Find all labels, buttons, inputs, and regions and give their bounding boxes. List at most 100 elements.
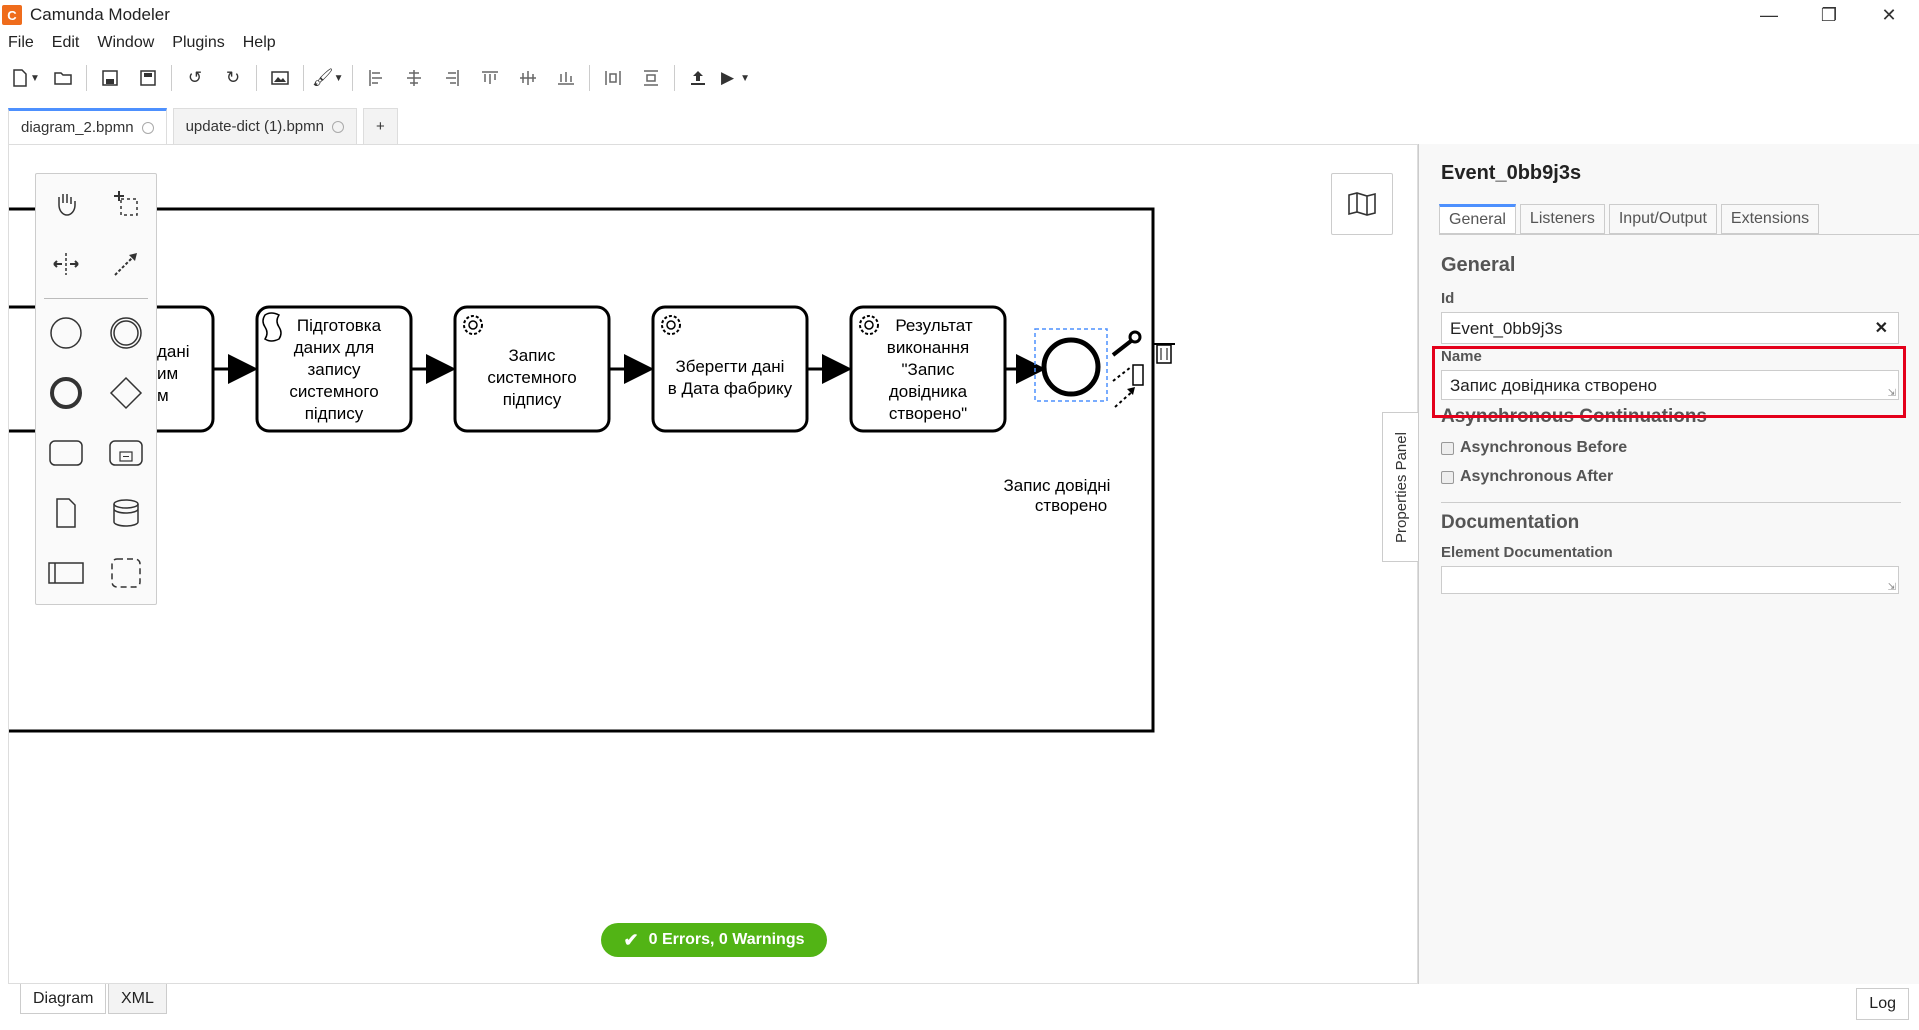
menu-edit[interactable]: Edit bbox=[52, 34, 80, 52]
resize-handle-icon[interactable]: ⇲ bbox=[1888, 582, 1896, 593]
align-top-icon[interactable] bbox=[475, 63, 505, 93]
tab-diagram-view[interactable]: Diagram bbox=[20, 984, 107, 1014]
bottom-bar: Diagram XML Log bbox=[0, 984, 1919, 1030]
task-label-line: створено" bbox=[889, 404, 967, 423]
task-label-line: в Дата фабрику bbox=[668, 379, 793, 398]
partial-task-text-3: м bbox=[157, 386, 169, 405]
async-before-checkbox[interactable]: Asynchronous Before bbox=[1441, 439, 1627, 457]
new-tab-button[interactable]: + bbox=[362, 108, 398, 144]
lint-status-badge[interactable]: ✔ 0 Errors, 0 Warnings bbox=[601, 923, 827, 957]
subprocess-icon[interactable] bbox=[96, 423, 156, 483]
start-event-icon[interactable] bbox=[36, 303, 96, 363]
check-icon: ✔ bbox=[623, 929, 639, 950]
wrench-icon[interactable] bbox=[1111, 330, 1142, 357]
image-export-icon[interactable] bbox=[265, 63, 295, 93]
tool-palette bbox=[35, 173, 157, 605]
end-event-icon[interactable] bbox=[36, 363, 96, 423]
align-left-icon[interactable] bbox=[361, 63, 391, 93]
deploy-icon[interactable] bbox=[683, 63, 713, 93]
data-object-icon[interactable] bbox=[36, 483, 96, 543]
association-icon[interactable] bbox=[1112, 364, 1144, 386]
intermediate-event-icon[interactable] bbox=[96, 303, 156, 363]
map-icon[interactable] bbox=[1331, 173, 1393, 235]
restore-icon[interactable]: ❐ bbox=[1799, 0, 1859, 30]
group-icon[interactable] bbox=[96, 543, 156, 603]
align-center-icon[interactable] bbox=[399, 63, 429, 93]
partial-task-text-2: им bbox=[157, 364, 178, 383]
id-field[interactable]: Event_0bb9j3s ✕ bbox=[1441, 312, 1899, 344]
end-event-label-line: Запис довідні bbox=[1004, 476, 1111, 495]
save-icon[interactable] bbox=[95, 63, 125, 93]
task-save-data-factory[interactable]: Зберегти дані в Дата фабрику bbox=[651, 305, 809, 433]
tab-input-output[interactable]: Input/Output bbox=[1608, 204, 1717, 234]
task-result-record-created[interactable]: Результат виконання "Запис довідника ств… bbox=[849, 305, 1007, 433]
end-event-label-line: створено bbox=[1035, 496, 1107, 515]
element-title: Event_0bb9j3s bbox=[1441, 162, 1582, 184]
menu-bar: File Edit Window Plugins Help bbox=[0, 30, 286, 56]
global-connect-tool-icon[interactable] bbox=[96, 234, 156, 294]
task-label-line: виконання bbox=[887, 338, 969, 357]
title-bar: C Camunda Modeler — ❐ ✕ bbox=[0, 0, 1919, 30]
distribute-vertical-icon[interactable] bbox=[636, 63, 666, 93]
color-brush-icon[interactable]: 🖌 ▼ bbox=[312, 63, 344, 93]
task-prepare-data[interactable]: Підготовка даних для запису системного п… bbox=[255, 305, 413, 433]
minimize-icon[interactable]: — bbox=[1739, 0, 1799, 30]
tab-diagram-2[interactable]: diagram_2.bpmn bbox=[8, 108, 167, 144]
camunda-logo-icon: C bbox=[2, 5, 22, 25]
id-label: Id bbox=[1441, 290, 1455, 307]
task-write-signature[interactable]: Запис системного підпису bbox=[453, 305, 611, 433]
pool-icon[interactable] bbox=[36, 543, 96, 603]
align-middle-icon[interactable] bbox=[513, 63, 543, 93]
diagram-canvas[interactable]: дані им м Підготовка даних для запису си… bbox=[8, 144, 1418, 984]
redo-icon[interactable]: ↻ bbox=[218, 63, 248, 93]
documentation-heading: Documentation bbox=[1441, 512, 1580, 533]
end-event[interactable] bbox=[1041, 337, 1101, 397]
task-label-line: підпису bbox=[305, 404, 364, 423]
clear-icon[interactable]: ✕ bbox=[1875, 318, 1888, 338]
task-label-line: "Запис bbox=[902, 360, 955, 379]
tab-xml-view[interactable]: XML bbox=[108, 984, 167, 1014]
menu-help[interactable]: Help bbox=[243, 34, 276, 52]
connect-icon[interactable] bbox=[1114, 387, 1135, 408]
distribute-horizontal-icon[interactable] bbox=[598, 63, 628, 93]
align-bottom-icon[interactable] bbox=[551, 63, 581, 93]
task-label-line: Запис bbox=[509, 346, 556, 365]
task-icon[interactable] bbox=[36, 423, 96, 483]
hand-tool-icon[interactable] bbox=[36, 174, 96, 234]
delete-icon[interactable] bbox=[1153, 343, 1175, 364]
bpmn-diagram: дані им м Підготовка даних для запису си… bbox=[9, 207, 1175, 733]
undo-icon[interactable]: ↺ bbox=[180, 63, 210, 93]
align-right-icon[interactable] bbox=[437, 63, 467, 93]
gateway-icon[interactable] bbox=[96, 363, 156, 423]
properties-panel-toggle[interactable]: Properties Panel bbox=[1382, 412, 1420, 562]
task-label-line: Результат bbox=[895, 316, 973, 335]
new-file-icon[interactable]: ▼ bbox=[10, 63, 40, 93]
run-icon[interactable]: ▶ ▼ bbox=[721, 63, 751, 93]
open-folder-icon[interactable] bbox=[48, 63, 78, 93]
log-button[interactable]: Log bbox=[1856, 988, 1909, 1020]
element-documentation-label: Element Documentation bbox=[1441, 544, 1613, 561]
tab-listeners[interactable]: Listeners bbox=[1519, 204, 1605, 234]
toolbar: ▼ ↺ ↻ 🖌 ▼ ▶ ▼ bbox=[0, 60, 1919, 96]
async-after-checkbox[interactable]: Asynchronous After bbox=[1441, 468, 1613, 486]
tab-update-dict[interactable]: update-dict (1).bpmn bbox=[172, 108, 357, 144]
pool[interactable] bbox=[9, 207, 1155, 733]
space-tool-icon[interactable] bbox=[36, 234, 96, 294]
window-title: Camunda Modeler bbox=[30, 5, 170, 24]
lasso-tool-icon[interactable] bbox=[96, 174, 156, 234]
menu-plugins[interactable]: Plugins bbox=[172, 34, 224, 52]
tab-extensions[interactable]: Extensions bbox=[1720, 204, 1820, 234]
tab-general[interactable]: General bbox=[1439, 204, 1516, 234]
unsaved-indicator-icon bbox=[331, 120, 344, 133]
task-label-line: довідника bbox=[889, 382, 968, 401]
partial-task-text-1: дані bbox=[157, 342, 190, 361]
menu-window[interactable]: Window bbox=[97, 34, 154, 52]
element-documentation-field[interactable]: ⇲ bbox=[1441, 566, 1899, 594]
close-icon[interactable]: ✕ bbox=[1859, 0, 1919, 30]
data-store-icon[interactable] bbox=[96, 483, 156, 543]
general-heading: General bbox=[1441, 254, 1516, 276]
file-tabs: diagram_2.bpmn update-dict (1).bpmn + bbox=[8, 108, 404, 144]
task-label-line: запису bbox=[308, 360, 361, 379]
save-as-icon[interactable] bbox=[133, 63, 163, 93]
menu-file[interactable]: File bbox=[8, 34, 34, 52]
